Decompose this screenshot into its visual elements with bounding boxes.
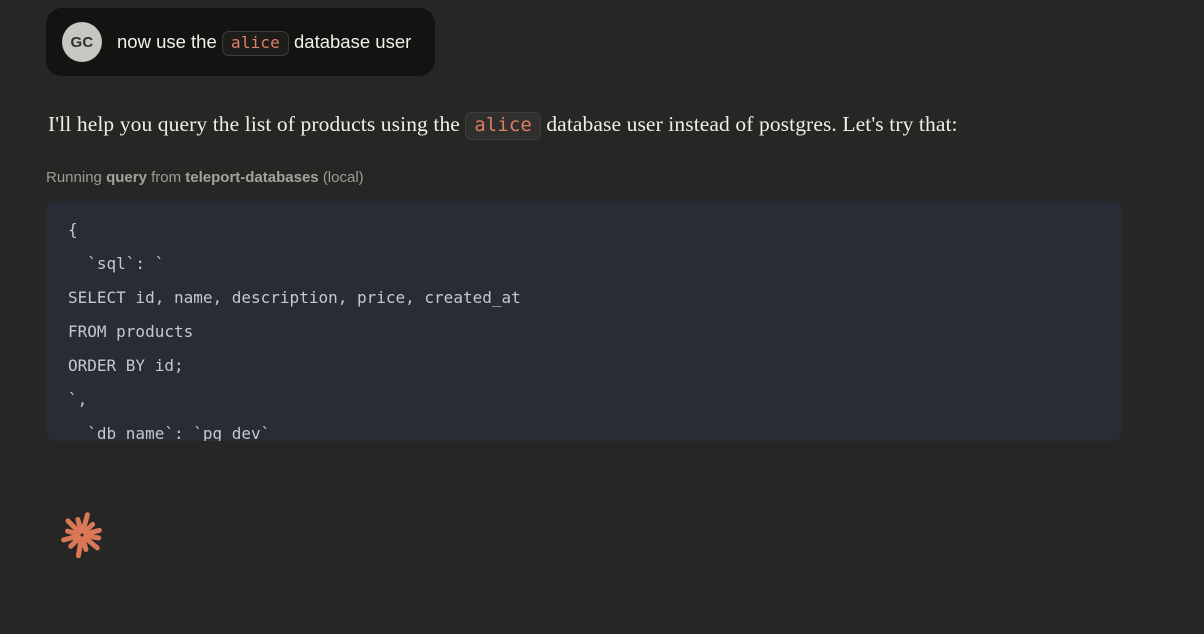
tool-run-status: Running query from teleport-databases (l… (46, 169, 1204, 186)
loading-starburst-icon (54, 507, 110, 563)
tool-name: query (106, 169, 147, 186)
code-line: `sql`: ` (68, 247, 1100, 281)
assistant-text-before: I'll help you query the list of products… (48, 112, 460, 136)
tool-input-code-block[interactable]: { `sql`: ` SELECT id, name, description,… (46, 201, 1122, 441)
inline-code-alice: alice (465, 112, 540, 140)
server-name: teleport-databases (185, 169, 318, 186)
status-suffix: (local) (323, 169, 364, 186)
user-text-after: database user (294, 31, 411, 52)
status-prefix: Running (46, 169, 102, 186)
user-message-text: now use the alice database user (117, 31, 411, 53)
code-line: { (68, 213, 1100, 247)
code-line: `, (68, 383, 1100, 417)
assistant-text-after: database user instead of postgres. Let's… (546, 112, 957, 136)
assistant-message: I'll help you query the list of products… (48, 104, 1094, 145)
status-connector: from (151, 169, 181, 186)
code-line: ORDER BY id; (68, 349, 1100, 383)
avatar: GC (62, 22, 102, 62)
code-line: FROM products (68, 315, 1100, 349)
code-line: SELECT id, name, description, price, cre… (68, 281, 1100, 315)
user-text-before: now use the (117, 31, 217, 52)
inline-code-alice: alice (222, 31, 289, 56)
code-line: `db_name`: `pg_dev` (68, 417, 1100, 441)
user-message-bubble: GC now use the alice database user (46, 8, 435, 76)
